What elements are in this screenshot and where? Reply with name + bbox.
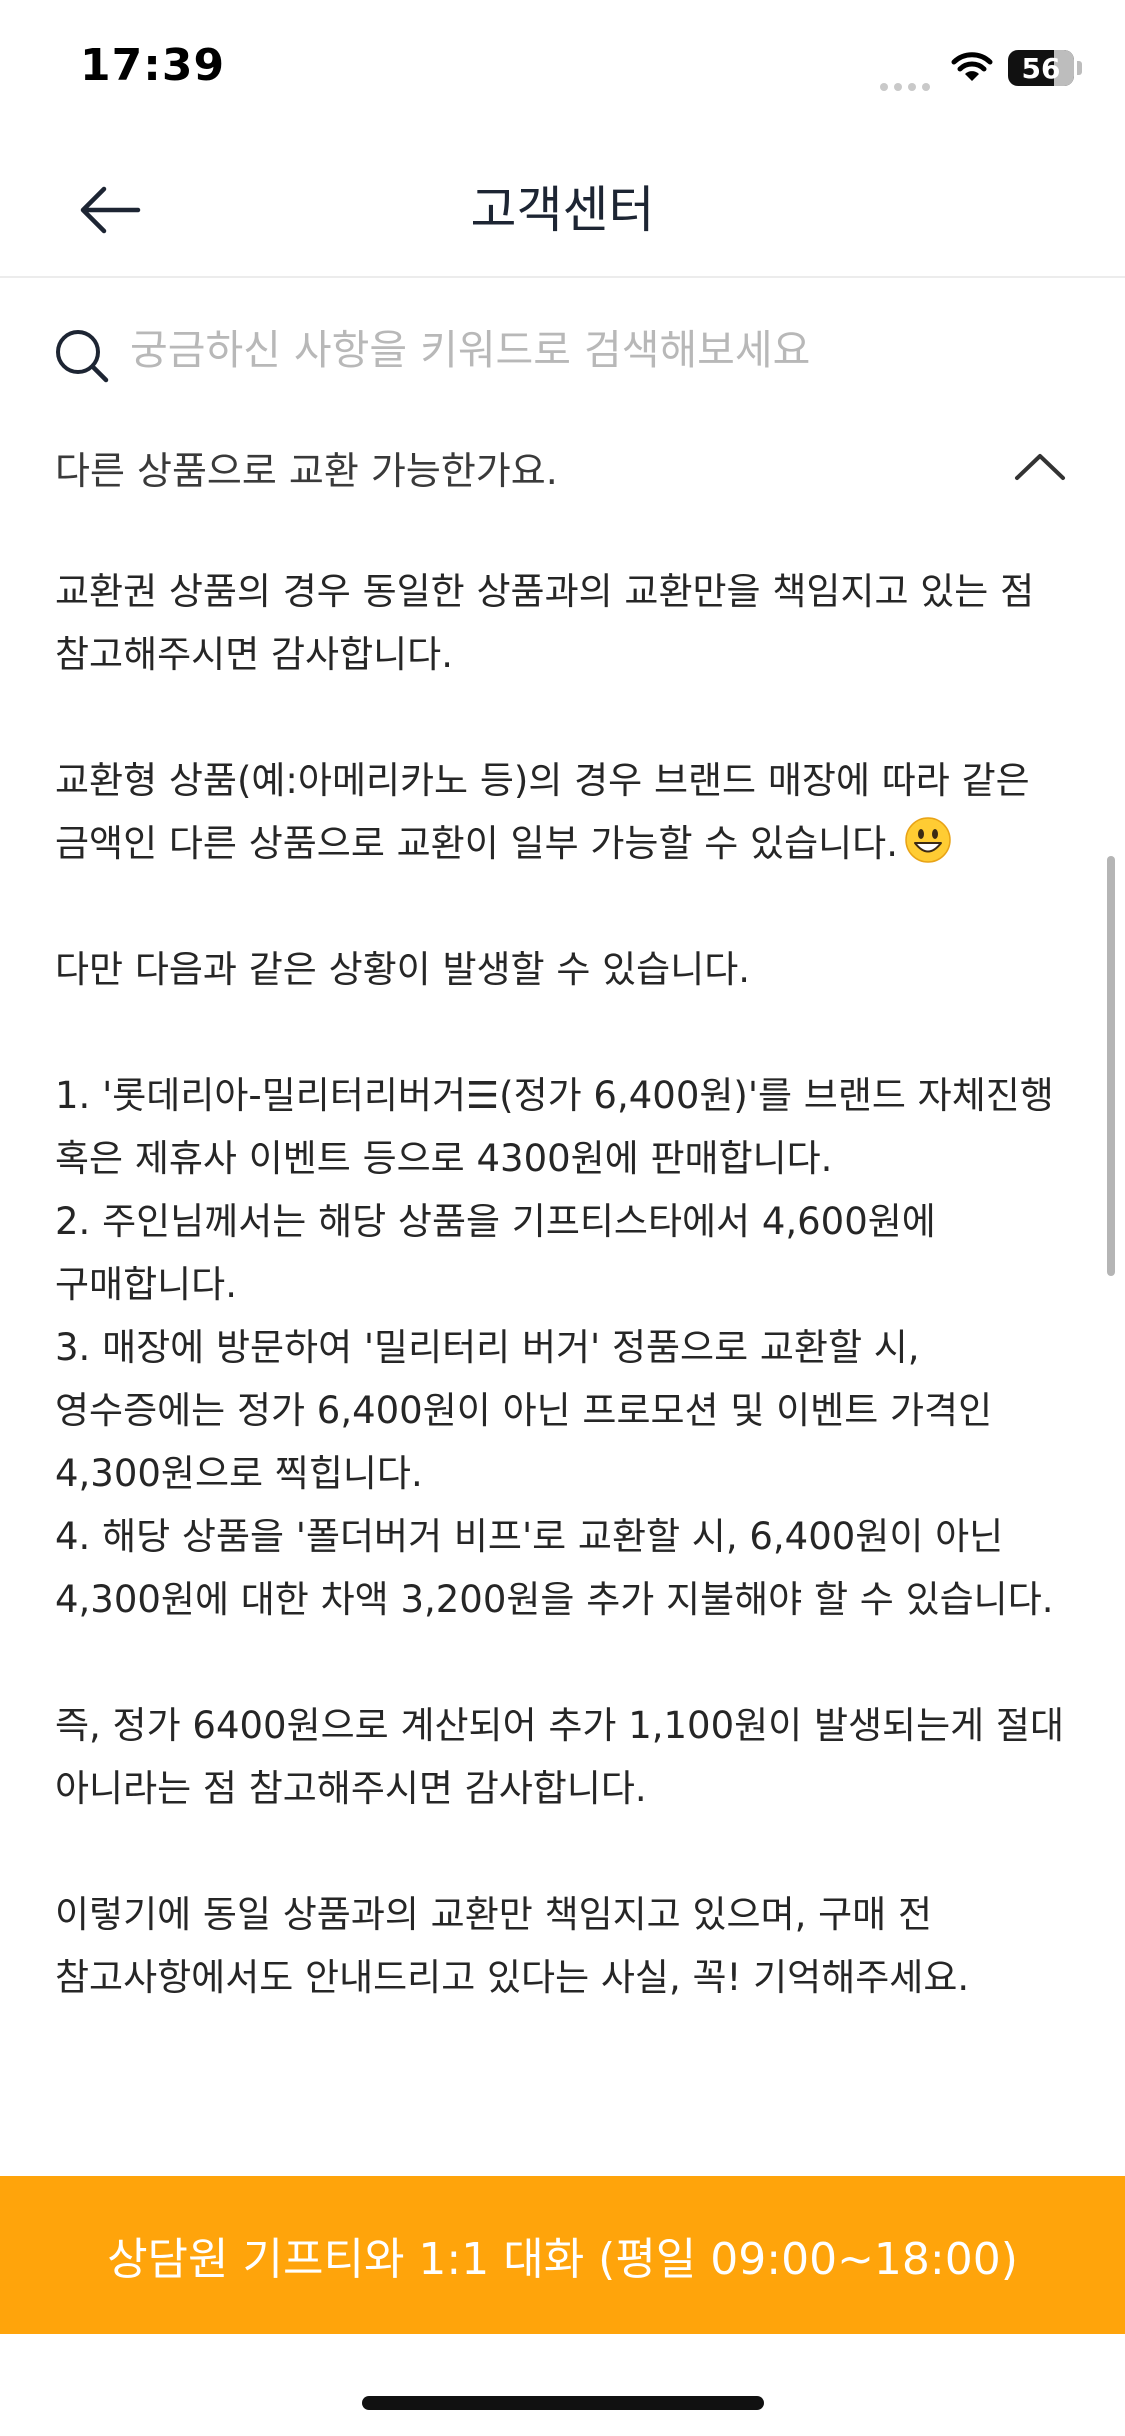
home-indicator[interactable] [362, 2396, 764, 2410]
answer-list-item: 4. 해당 상품을 '폴더버거 비프'로 교환할 시, 6,400원이 아닌 4… [55, 1515, 1054, 1621]
header: 고객센터 [0, 140, 1125, 278]
chevron-up-icon[interactable] [1013, 448, 1067, 484]
page-title: 고객센터 [470, 181, 655, 239]
smiling-face-emoji [905, 817, 951, 863]
faq-question[interactable]: 다른 상품으로 교환 가능한가요. [0, 430, 1125, 510]
scrollbar[interactable] [1107, 856, 1115, 1276]
status-time: 17:39 [80, 40, 226, 91]
answer-paragraph: 다만 다음과 같은 상황이 발생할 수 있습니다. [55, 948, 751, 991]
faq-question-text: 다른 상품으로 교환 가능한가요. [55, 449, 558, 493]
status-bar: 17:39 56 [0, 0, 1125, 140]
search-bar [0, 300, 1125, 410]
faq-answer: 교환권 상품의 경우 동일한 상품과의 교환만을 책임지고 있는 점 참고해주시… [55, 560, 1075, 2009]
answer-paragraph: 교환권 상품의 경우 동일한 상품과의 교환만을 책임지고 있는 점 참고해주시… [55, 570, 1046, 676]
search-input[interactable] [130, 320, 1080, 380]
chat-with-agent-button[interactable]: 상담원 기프티와 1:1 대화 (평일 09:00~18:00) [0, 2176, 1125, 2334]
answer-list-item: 1. '롯데리아-밀리터리버거☰(정가 6,400원)'를 브랜드 자체진행 혹… [55, 1074, 1066, 1180]
battery-icon: 56 [1008, 50, 1074, 86]
wifi-icon [951, 52, 993, 81]
answer-paragraph: 이렇기에 동일 상품과의 교환만 책임지고 있으며, 구매 전 참고사항에서도 … [55, 1893, 970, 1999]
battery-level: 56 [1021, 52, 1061, 85]
screen: 17:39 56 고객센터 다른 상품으로 교환 가능한가요. [0, 0, 1125, 2436]
answer-paragraph: 교환형 상품(예:아메리카노 등)의 경우 브랜드 매장에 따라 같은 금액인 … [55, 749, 1075, 875]
battery-cap [1077, 61, 1082, 75]
answer-paragraph: 즉, 정가 6400원으로 계산되어 추가 1,100원이 발생되는게 절대 아… [55, 1704, 1076, 1810]
answer-list-item: 3. 매장에 방문하여 '밀리터리 버거' 정품으로 교환할 시, 영수증에는 … [55, 1326, 1004, 1495]
answer-text: 교환형 상품(예:아메리카노 등)의 경우 브랜드 매장에 따라 같은 금액인 … [55, 759, 1042, 865]
signal-dots-icon [880, 76, 936, 91]
answer-list-item: 2. 주인님께서는 해당 상품을 기프티스타에서 4,600원에 구매합니다. [55, 1200, 948, 1306]
search-icon [56, 330, 109, 383]
